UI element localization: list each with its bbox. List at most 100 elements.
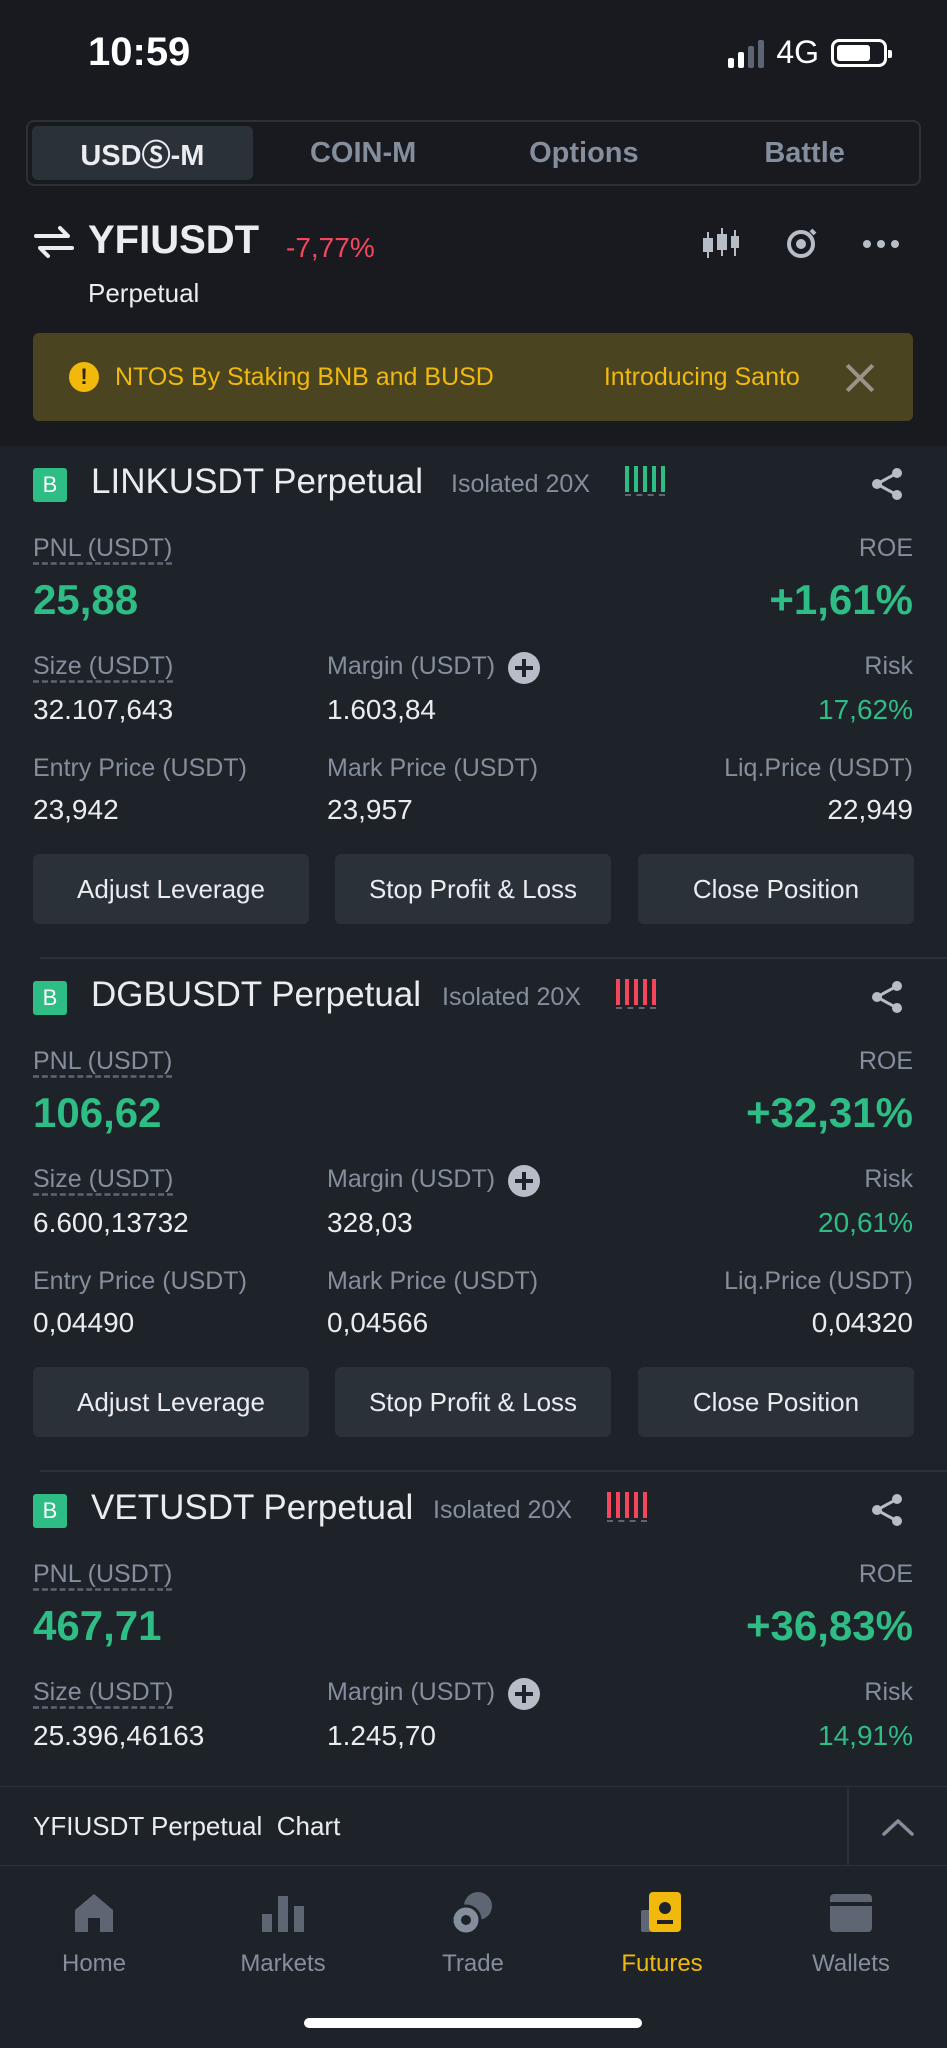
side-badge: B	[33, 468, 67, 502]
position-title[interactable]: VETUSDT Perpetual	[91, 1488, 413, 1528]
announcement-text-next: Introducing Santo	[603, 362, 800, 391]
risk-label: Risk	[864, 652, 913, 680]
tab-coin-m[interactable]: COIN-M	[253, 126, 474, 180]
roe-value: +32,31%	[746, 1089, 913, 1136]
risk-label: Risk	[864, 1165, 913, 1193]
close-icon[interactable]	[843, 360, 877, 394]
home-icon	[69, 1888, 119, 1938]
chart-bar[interactable]: YFIUSDT Perpetual Chart	[0, 1786, 947, 1867]
position-card: B LINKUSDT Perpetual Isolated 20X PNL (U…	[0, 446, 947, 959]
liq-price-value: 22,949	[827, 794, 913, 825]
position-title[interactable]: LINKUSDT Perpetual	[91, 462, 423, 502]
stop-profit-loss-button[interactable]: Stop Profit & Loss	[335, 1367, 611, 1437]
contract-type: Perpetual	[88, 278, 200, 308]
signal-icon	[728, 38, 765, 68]
close-position-button[interactable]: Close Position	[638, 854, 914, 924]
margin-mode[interactable]: Isolated 20X	[433, 1496, 572, 1525]
size-label[interactable]: Size (USDT)	[33, 652, 173, 681]
nav-futures[interactable]: Futures	[582, 1878, 742, 1978]
entry-price-label: Entry Price (USDT)	[33, 1267, 247, 1295]
entry-price-value: 23,942	[33, 794, 119, 825]
share-icon[interactable]	[869, 466, 905, 502]
risk-value: 14,91%	[818, 1720, 913, 1751]
side-badge: B	[33, 981, 67, 1015]
size-value: 25.396,46163	[33, 1720, 205, 1751]
mark-price-value: 23,957	[327, 794, 413, 825]
roe-value: +1,61%	[769, 576, 913, 623]
tab-options[interactable]: Options	[474, 126, 695, 180]
tab-usds-m[interactable]: USDⓈ-M	[32, 126, 253, 180]
liq-price-value: 0,04320	[811, 1307, 913, 1338]
position-card: B VETUSDT Perpetual Isolated 20X PNL (US…	[0, 1472, 947, 1786]
risk-level-icon[interactable]	[607, 1492, 647, 1522]
roe-label: ROE	[858, 534, 913, 562]
risk-value: 17,62%	[818, 694, 913, 725]
pnl-value: 106,62	[33, 1089, 162, 1136]
futures-icon	[637, 1888, 687, 1938]
pnl-label[interactable]: PNL (USDT)	[33, 1560, 172, 1589]
status-indicators: 4G	[728, 34, 892, 71]
share-icon[interactable]	[869, 1492, 905, 1528]
share-icon[interactable]	[869, 979, 905, 1015]
size-value: 6.600,13732	[33, 1207, 189, 1238]
margin-value: 1.245,70	[327, 1720, 436, 1751]
add-margin-icon[interactable]	[508, 652, 540, 684]
margin-label: Margin (USDT)	[327, 652, 496, 680]
positions-list: B LINKUSDT Perpetual Isolated 20X PNL (U…	[0, 446, 947, 1786]
announcement-banner[interactable]: ! NTOS By Staking BNB and BUSD Introduci…	[33, 333, 913, 421]
mark-price-label: Mark Price (USDT)	[327, 754, 539, 782]
risk-level-icon[interactable]	[616, 979, 656, 1009]
mark-price-label: Mark Price (USDT)	[327, 1267, 539, 1295]
nav-label: Trade	[442, 1950, 504, 1977]
market-type-tabs: USDⓈ-M COIN-M Options Battle	[26, 120, 921, 186]
pnl-value: 467,71	[33, 1602, 162, 1649]
liq-price-label: Liq.Price (USDT)	[724, 754, 913, 782]
markets-icon	[258, 1888, 308, 1938]
symbol-title[interactable]: YFIUSDT	[88, 218, 259, 263]
position-title[interactable]: DGBUSDT Perpetual	[91, 975, 421, 1015]
add-margin-icon[interactable]	[508, 1678, 540, 1710]
wallets-icon	[826, 1888, 876, 1938]
trade-icon	[448, 1888, 498, 1938]
home-indicator[interactable]	[304, 2018, 642, 2028]
position-card: B DGBUSDT Perpetual Isolated 20X PNL (US…	[0, 959, 947, 1472]
network-type: 4G	[776, 34, 819, 70]
margin-mode[interactable]: Isolated 20X	[442, 983, 581, 1012]
pnl-label[interactable]: PNL (USDT)	[33, 1047, 172, 1076]
size-label[interactable]: Size (USDT)	[33, 1678, 173, 1707]
nav-markets[interactable]: Markets	[203, 1878, 363, 1978]
risk-level-icon[interactable]	[625, 466, 665, 496]
status-time: 10:59	[88, 30, 191, 74]
roe-label: ROE	[858, 1560, 913, 1588]
calculator-icon[interactable]	[781, 224, 821, 264]
roe-label: ROE	[858, 1047, 913, 1075]
nav-home[interactable]: Home	[14, 1878, 174, 1978]
nav-label: Home	[61, 1950, 127, 1977]
size-label[interactable]: Size (USDT)	[33, 1165, 173, 1194]
adjust-leverage-button[interactable]: Adjust Leverage	[33, 854, 309, 924]
mark-price-value: 0,04566	[327, 1307, 429, 1338]
add-margin-icon[interactable]	[508, 1165, 540, 1197]
nav-wallets[interactable]: Wallets	[771, 1878, 931, 1978]
margin-label: Margin (USDT)	[327, 1165, 496, 1193]
nav-trade[interactable]: Trade	[393, 1878, 553, 1978]
side-badge: B	[33, 1494, 67, 1528]
margin-value: 328,03	[327, 1207, 413, 1238]
price-change: -7,77%	[286, 232, 375, 263]
adjust-leverage-button[interactable]: Adjust Leverage	[33, 1367, 309, 1437]
candlestick-chart-icon[interactable]	[701, 224, 741, 264]
chart-label[interactable]: YFIUSDT Perpetual Chart	[33, 1811, 340, 1842]
margin-label: Margin (USDT)	[327, 1678, 496, 1706]
stop-profit-loss-button[interactable]: Stop Profit & Loss	[335, 854, 611, 924]
margin-mode[interactable]: Isolated 20X	[451, 470, 590, 499]
more-options-icon[interactable]	[861, 224, 901, 264]
pnl-label[interactable]: PNL (USDT)	[33, 534, 172, 563]
chevron-up-icon[interactable]	[847, 1787, 947, 1867]
size-value: 32.107,643	[33, 694, 174, 725]
risk-value: 20,61%	[818, 1207, 913, 1238]
tab-battle[interactable]: Battle	[694, 126, 915, 180]
close-position-button[interactable]: Close Position	[638, 1367, 914, 1437]
battery-icon	[831, 38, 892, 67]
roe-value: +36,83%	[746, 1602, 913, 1649]
swap-pair-icon[interactable]	[34, 224, 74, 260]
